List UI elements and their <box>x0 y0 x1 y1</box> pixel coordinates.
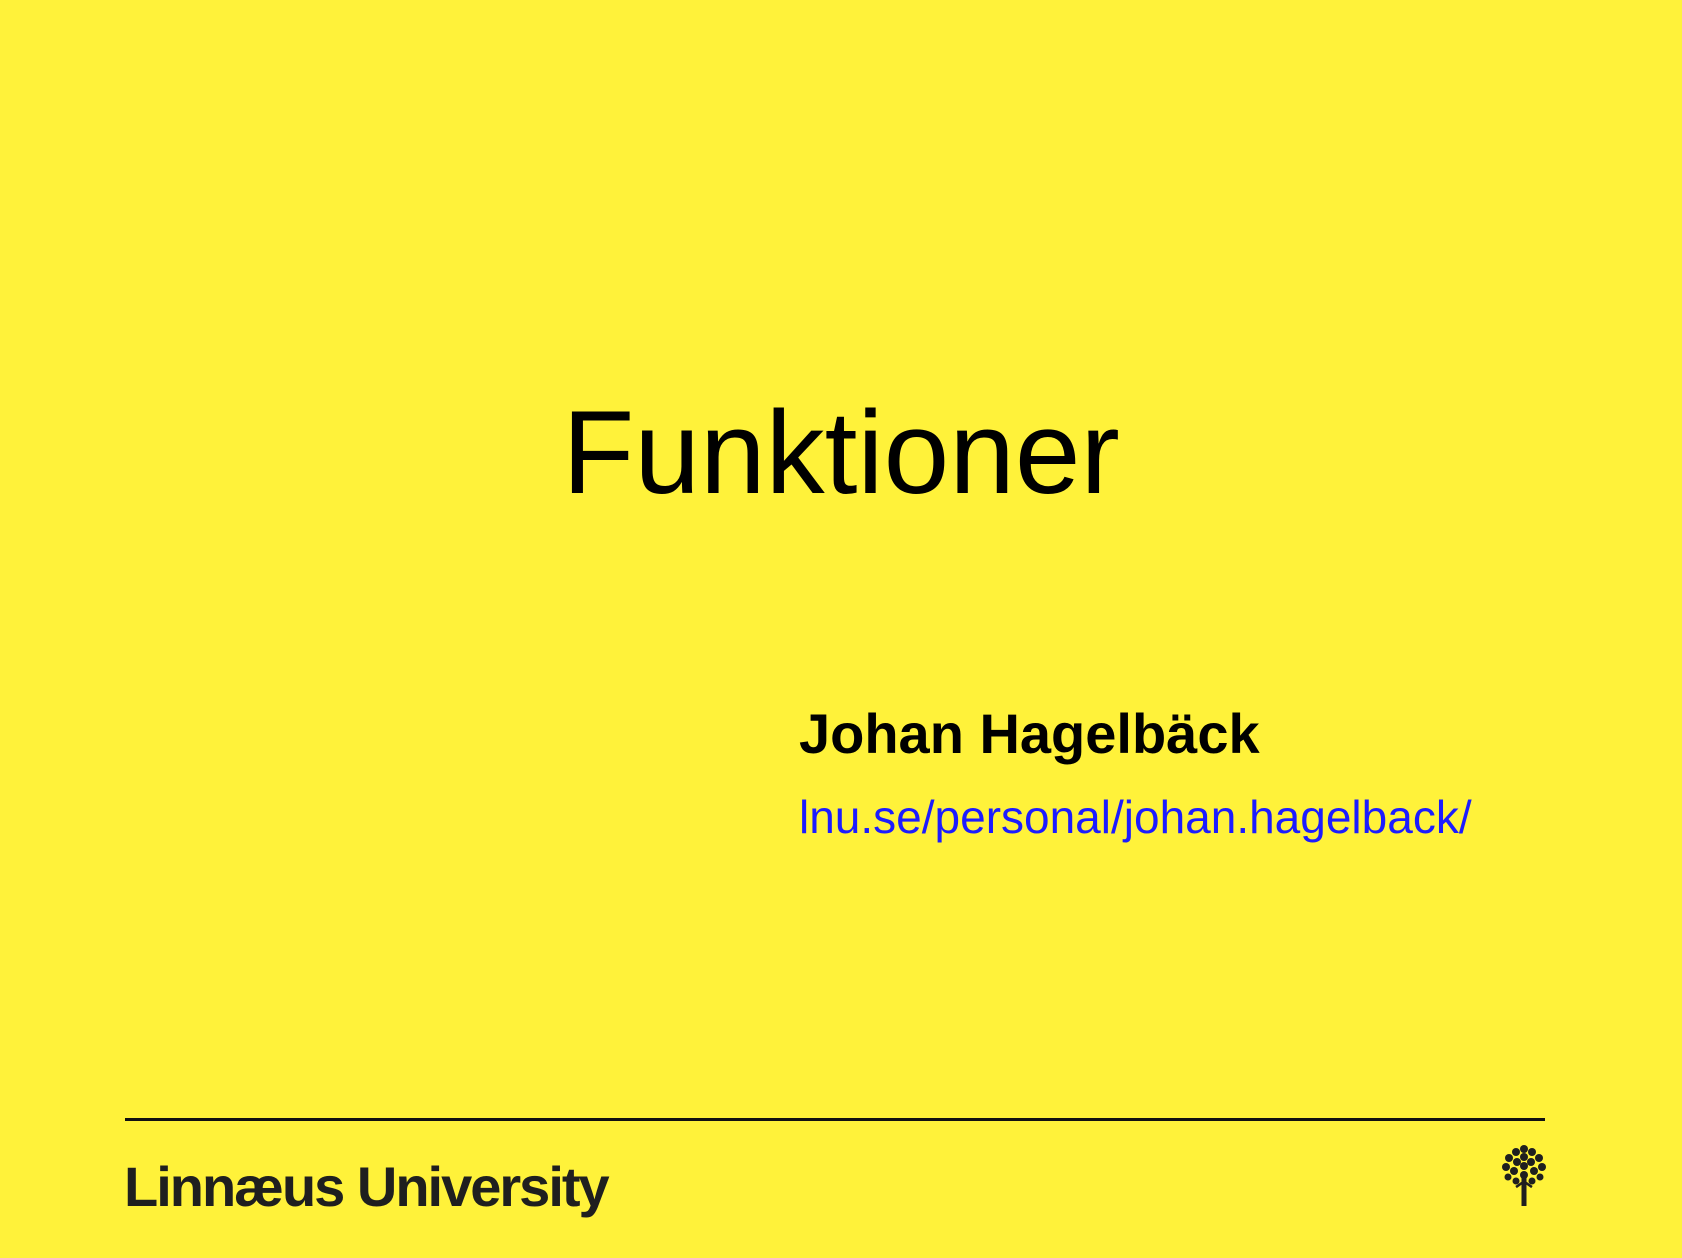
slide-title: Funktioner <box>562 387 1120 519</box>
tree-icon <box>1502 1145 1546 1206</box>
footer-divider <box>125 1118 1545 1121</box>
personal-page-link[interactable]: lnu.se/personal/johan.hagelback/ <box>799 790 1472 844</box>
university-logo-text: Linnæus University <box>124 1155 610 1218</box>
slide: Funktioner Johan Hagelbäck lnu.se/person… <box>0 0 1682 1258</box>
author-name: Johan Hagelbäck <box>799 702 1260 765</box>
